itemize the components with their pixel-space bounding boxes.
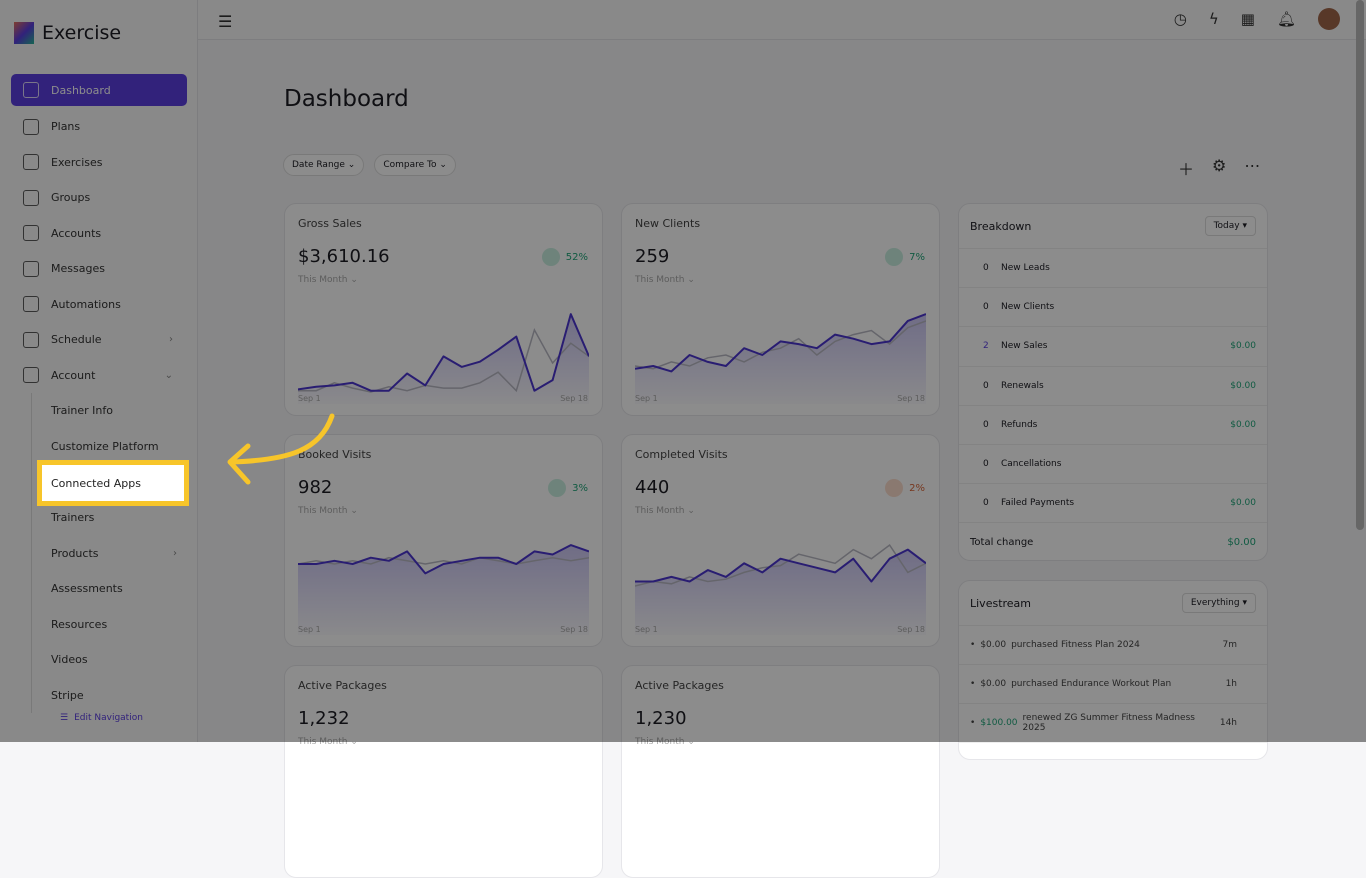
pointer-arrow-icon [227,413,335,485]
highlighted-connected-apps[interactable]: Connected Apps [37,460,189,506]
connected-apps-label: Connected Apps [51,476,141,490]
dim-overlay [0,0,1366,742]
page-scrollbar[interactable] [1356,0,1364,530]
